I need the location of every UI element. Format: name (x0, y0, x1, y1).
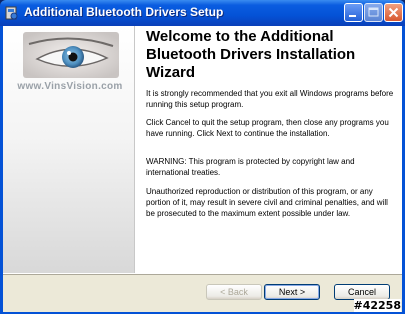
paragraph-copyright-warning: WARNING: This program is protected by co… (146, 157, 355, 177)
maximize-button (364, 3, 383, 22)
wizard-content: Welcome to the Additional Bluetooth Driv… (135, 26, 402, 273)
setup-window: Additional Bluetooth Drivers Setup www.V… (0, 0, 405, 314)
page-title: Welcome to the Additional Bluetooth Driv… (146, 28, 356, 81)
cancel-button[interactable]: Cancel (334, 284, 390, 300)
wizard-sidebar: www.VinsVision.com (3, 26, 135, 273)
eye-logo-image (23, 32, 119, 78)
brand-url: www.VinsVision.com (17, 81, 123, 92)
maximize-icon (368, 7, 379, 17)
minimize-icon (349, 15, 356, 17)
wizard-client-area: www.VinsVision.com Welcome to the Additi… (3, 26, 402, 312)
paragraph-unauthorized: Unauthorized reproduction or distributio… (146, 187, 388, 218)
window-frame: www.VinsVision.com Welcome to the Additi… (0, 26, 405, 314)
paragraph-exit-programs: It is strongly recommended that you exit… (146, 89, 394, 109)
close-button[interactable] (384, 3, 403, 22)
watermark-id: #42258 (353, 299, 401, 312)
paragraph-cancel-next: Click Cancel to quit the setup program, … (146, 118, 389, 138)
next-button[interactable]: Next > (264, 284, 320, 300)
installer-app-icon[interactable] (5, 5, 19, 21)
title-bar[interactable]: Additional Bluetooth Drivers Setup (0, 0, 405, 26)
back-button: < Back (206, 284, 262, 300)
minimize-button[interactable] (344, 3, 363, 22)
button-bar: < Back Next > Cancel (3, 273, 402, 312)
close-icon (388, 7, 399, 18)
window-title: Additional Bluetooth Drivers Setup (24, 5, 224, 19)
